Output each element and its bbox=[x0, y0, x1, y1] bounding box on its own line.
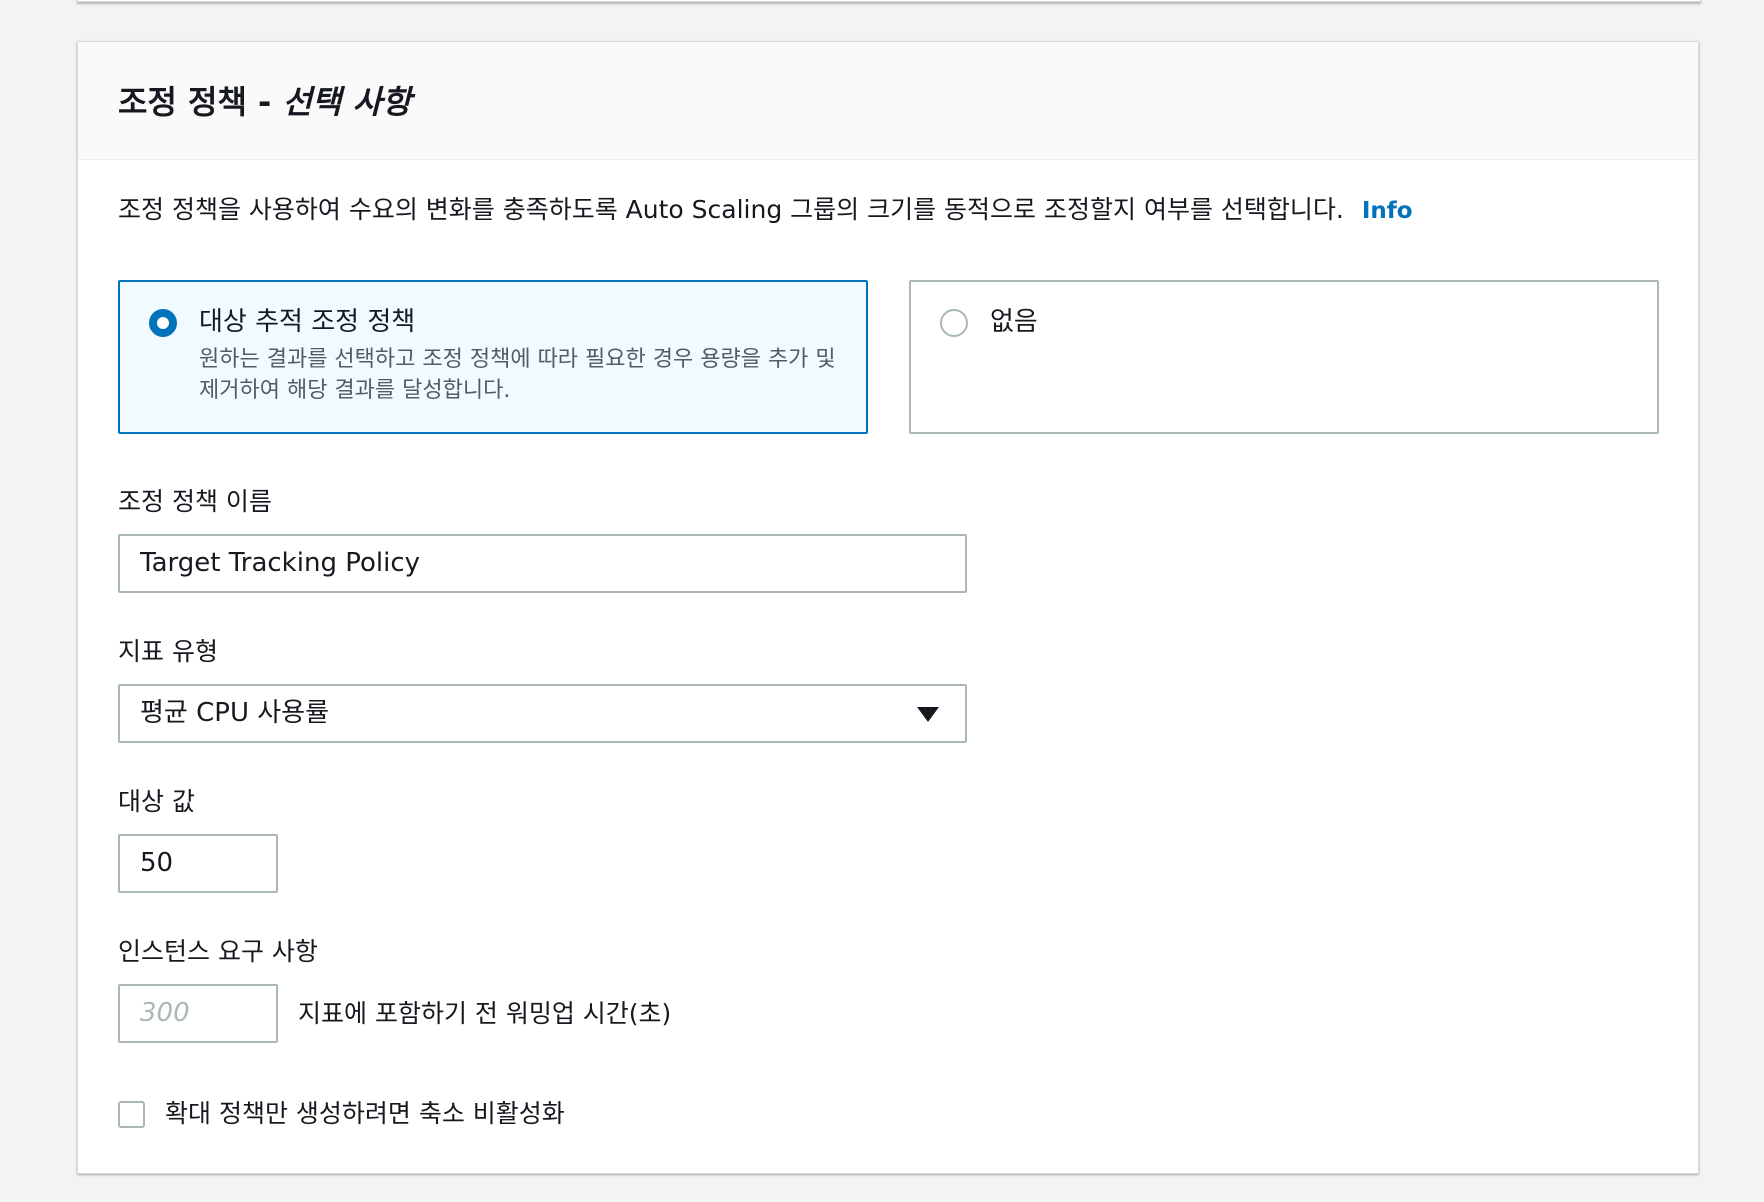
panel-title-main: 조정 정책 - bbox=[118, 83, 283, 121]
target-value-input[interactable]: 50 bbox=[118, 834, 278, 893]
tile-label-none: 없음 bbox=[990, 307, 1038, 337]
radio-none[interactable] bbox=[940, 309, 968, 337]
tile-target-tracking-policy[interactable]: 대상 추적 조정 정책 원하는 결과를 선택하고 조정 정책에 따라 필요한 경… bbox=[118, 280, 868, 434]
policy-name-input[interactable]: Target Tracking Policy bbox=[118, 534, 967, 593]
panel-description-row: 조정 정책을 사용하여 수요의 변화를 충족하도록 Auto Scaling 그… bbox=[118, 190, 1413, 231]
caret-down-icon bbox=[917, 707, 939, 722]
tile-none[interactable]: 없음 bbox=[909, 280, 1659, 434]
disable-scale-in-checkbox[interactable] bbox=[118, 1101, 145, 1128]
policy-name-label: 조정 정책 이름 bbox=[118, 487, 272, 516]
info-link[interactable]: Info bbox=[1362, 198, 1413, 224]
previous-panel-edge bbox=[77, 0, 1701, 2]
target-value-label: 대상 값 bbox=[118, 787, 195, 816]
disable-scale-in-label[interactable]: 확대 정책만 생성하려면 축소 비활성화 bbox=[165, 1094, 565, 1134]
instance-warmup-input[interactable]: 300 bbox=[118, 984, 278, 1043]
metric-type-label: 지표 유형 bbox=[118, 637, 218, 666]
radio-target-tracking-selected[interactable] bbox=[149, 309, 177, 337]
tile-label-target-tracking: 대상 추적 조정 정책 bbox=[199, 307, 416, 337]
panel-title: 조정 정책 - 선택 사항 bbox=[118, 78, 411, 126]
metric-type-selected-value: 평균 CPU 사용률 bbox=[140, 698, 329, 728]
panel-header: 조정 정책 - 선택 사항 bbox=[78, 42, 1698, 160]
panel-description: 조정 정책을 사용하여 수요의 변화를 충족하도록 Auto Scaling 그… bbox=[118, 195, 1344, 224]
scaling-policy-panel: 조정 정책 - 선택 사항 조정 정책을 사용하여 수요의 변화를 충족하도록 … bbox=[77, 41, 1699, 1174]
tile-description-target-tracking: 원하는 결과를 선택하고 조정 정책에 따라 필요한 경우 용량을 추가 및 제… bbox=[199, 347, 836, 403]
instance-warmup-placeholder: 300 bbox=[140, 998, 190, 1028]
instance-warmup-suffix: 지표에 포함하기 전 워밍업 시간(초) bbox=[298, 999, 672, 1028]
panel-title-optional: 선택 사항 bbox=[282, 83, 412, 121]
instance-warmup-label: 인스턴스 요구 사항 bbox=[118, 937, 318, 966]
metric-type-select[interactable]: 평균 CPU 사용률 bbox=[118, 684, 967, 743]
